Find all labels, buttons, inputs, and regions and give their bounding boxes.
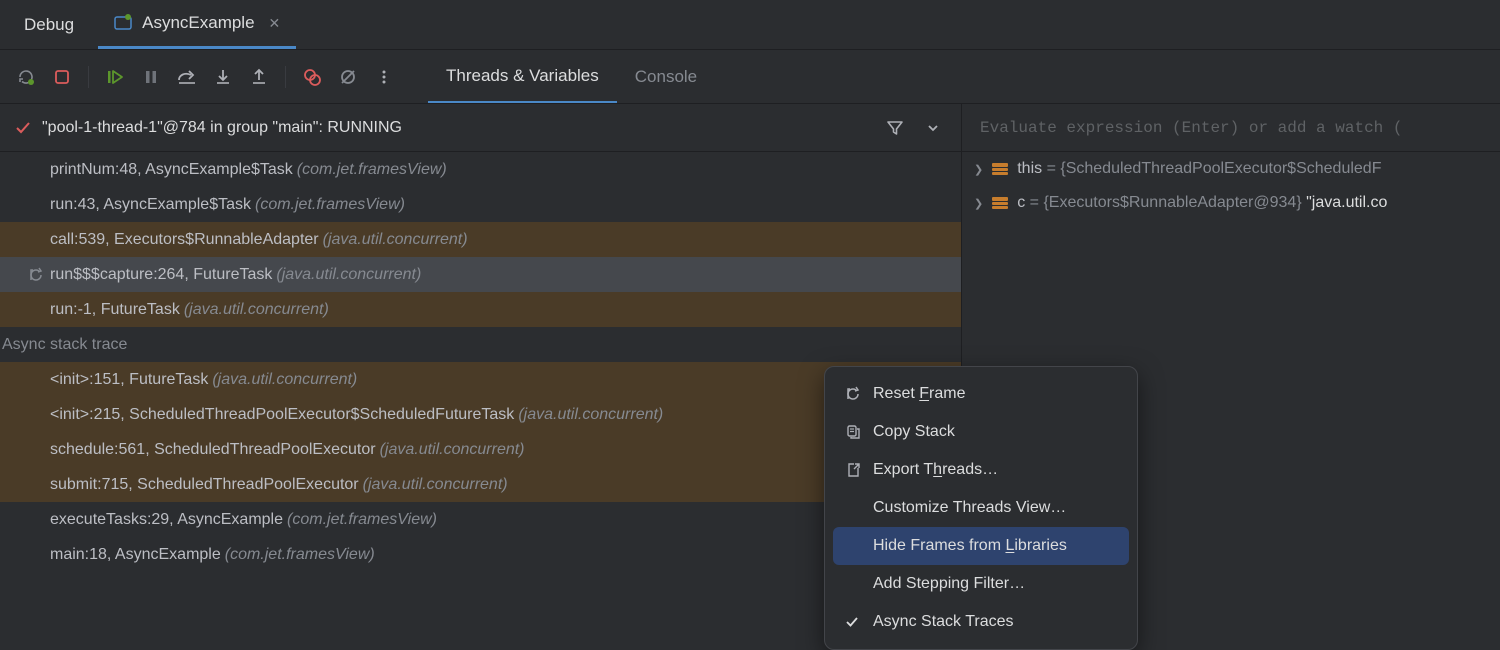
close-icon[interactable]: ✕ [269,15,281,32]
check-icon [14,119,32,137]
tab-console[interactable]: Console [617,50,715,103]
stack-frame-row[interactable]: <init>:215, ScheduledThreadPoolExecutor$… [0,397,961,432]
frame-method: printNum:48, AsyncExample$Task [50,161,293,179]
separator [285,66,286,88]
menu-reset-frame[interactable]: Reset Frame [833,375,1129,413]
debug-toolbar: Threads & Variables Console [0,50,1500,104]
menu-copy-stack[interactable]: Copy Stack [833,413,1129,451]
frame-package: (java.util.concurrent) [212,371,357,389]
chevron-right-icon[interactable]: ❯ [974,163,983,176]
stop-button[interactable] [46,61,78,93]
frame-package: (com.jet.framesView) [225,546,375,564]
variable-row[interactable]: ❯this = {ScheduledThreadPoolExecutor$Sch… [962,152,1500,186]
menu-add-stepping-filter[interactable]: Add Stepping Filter… [833,565,1129,603]
frame-method: <init>:151, FutureTask [50,371,208,389]
frame-package: (java.util.concurrent) [518,406,663,424]
frame-method: main:18, AsyncExample [50,546,221,564]
menu-customize-threads-view[interactable]: Customize Threads View… [833,489,1129,527]
frame-method: schedule:561, ScheduledThreadPoolExecuto… [50,441,376,459]
stack-frame-row[interactable]: main:18, AsyncExample(com.jet.framesView… [0,537,961,572]
frame-package: (com.jet.framesView) [287,511,437,529]
stack-frame-row[interactable]: call:539, Executors$RunnableAdapter(java… [0,222,961,257]
stack-frame-row[interactable]: run$$$capture:264, FutureTask(java.util.… [0,257,961,292]
mute-breakpoints-button[interactable] [332,61,364,93]
more-button[interactable] [368,61,400,93]
frames-context-menu: Reset Frame Copy Stack Export Threads… C… [824,366,1138,650]
debug-panel-tabs: Threads & Variables Console [428,50,715,103]
stack-frame-row[interactable]: <init>:151, FutureTask(java.util.concurr… [0,362,961,397]
menu-hide-library-frames[interactable]: Hide Frames from Libraries [833,527,1129,565]
frame-package: (java.util.concurrent) [380,441,525,459]
stack-frame-row[interactable]: run:43, AsyncExample$Task(com.jet.frames… [0,187,961,222]
frame-package: (com.jet.framesView) [255,196,405,214]
separator [88,66,89,88]
stack-frame-row[interactable]: submit:715, ScheduledThreadPoolExecutor(… [0,467,961,502]
frame-method: call:539, Executors$RunnableAdapter [50,231,319,249]
application-icon [114,14,132,32]
reset-frame-icon [28,267,48,283]
rerun-button[interactable] [10,61,42,93]
frame-package: (java.util.concurrent) [363,476,508,494]
run-config-tab[interactable]: AsyncExample ✕ [98,0,296,49]
stack-frame-row[interactable]: schedule:561, ScheduledThreadPoolExecuto… [0,432,961,467]
menu-export-threads[interactable]: Export Threads… [833,451,1129,489]
frame-method: submit:715, ScheduledThreadPoolExecutor [50,476,359,494]
frames-list[interactable]: printNum:48, AsyncExample$Task(com.jet.f… [0,152,961,600]
debug-tool-window-label[interactable]: Debug [0,15,98,35]
resume-button[interactable] [99,61,131,93]
async-section-header: Async stack trace [0,327,961,362]
frame-package: (com.jet.framesView) [297,161,447,179]
step-over-button[interactable] [171,61,203,93]
stack-frame-row[interactable]: executeTasks:29, AsyncExample(com.jet.fr… [0,502,961,537]
pause-button[interactable] [135,61,167,93]
thread-label: "pool-1-thread-1"@784 in group "main": R… [42,119,871,137]
object-icon [991,162,1009,176]
stack-frame-row[interactable]: printNum:48, AsyncExample$Task(com.jet.f… [0,152,961,187]
evaluate-expression-input[interactable]: Evaluate expression (Enter) or add a wat… [962,104,1500,152]
chevron-down-icon[interactable] [919,114,947,142]
filter-icon[interactable] [881,114,909,142]
thread-selector[interactable]: "pool-1-thread-1"@784 in group "main": R… [0,104,961,152]
chevron-right-icon[interactable]: ❯ [974,197,983,210]
view-breakpoints-button[interactable] [296,61,328,93]
check-icon [845,615,863,629]
reset-icon [845,386,863,402]
variable-row[interactable]: ❯c = {Executors$RunnableAdapter@934} "ja… [962,186,1500,220]
step-into-button[interactable] [207,61,239,93]
export-icon [845,462,863,478]
frame-package: (java.util.concurrent) [276,266,421,284]
frame-package: (java.util.concurrent) [184,301,329,319]
frame-method: executeTasks:29, AsyncExample [50,511,283,529]
frame-method: run:43, AsyncExample$Task [50,196,251,214]
variables-list[interactable]: ❯this = {ScheduledThreadPoolExecutor$Sch… [962,152,1500,220]
menu-async-stack-traces[interactable]: Async Stack Traces [833,603,1129,641]
frame-method: <init>:215, ScheduledThreadPoolExecutor$… [50,406,514,424]
copy-icon [845,424,863,440]
step-out-button[interactable] [243,61,275,93]
run-config-name: AsyncExample [142,13,254,33]
frame-package: (java.util.concurrent) [323,231,468,249]
stack-frame-row[interactable]: run:-1, FutureTask(java.util.concurrent) [0,292,961,327]
frame-method: run:-1, FutureTask [50,301,180,319]
tab-threads-variables[interactable]: Threads & Variables [428,50,617,103]
frame-method: run$$$capture:264, FutureTask [50,266,272,284]
object-icon [991,196,1009,210]
